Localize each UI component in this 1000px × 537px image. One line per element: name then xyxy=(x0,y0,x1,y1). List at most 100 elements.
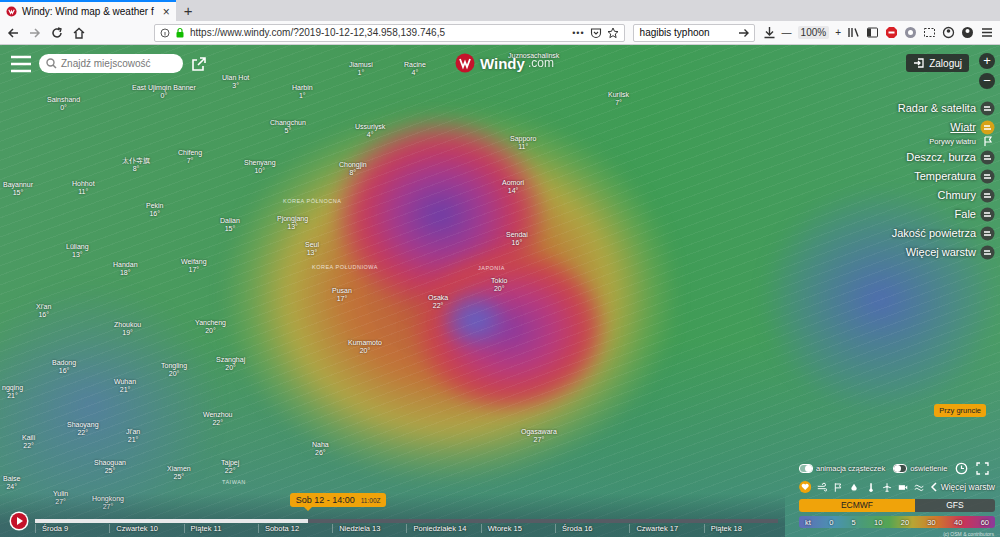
city-label[interactable]: Yancheng20° xyxy=(195,319,226,335)
city-label[interactable]: Ji'an21° xyxy=(126,428,140,444)
timeline-track[interactable] xyxy=(35,519,778,523)
city-label[interactable]: Seul13° xyxy=(305,241,319,257)
switch[interactable] xyxy=(799,464,813,473)
city-label[interactable]: Shenyang10° xyxy=(244,159,276,175)
layer-item[interactable]: Jakość powietrza xyxy=(892,225,995,241)
city-label[interactable]: Ulan Hot3° xyxy=(222,74,249,90)
city-label[interactable]: Pekin16° xyxy=(146,202,164,218)
browser-tab[interactable]: Windy: Wind map & weather f× xyxy=(0,0,176,21)
city-label[interactable]: Baise24° xyxy=(3,475,21,491)
go-arrow-icon[interactable] xyxy=(738,27,750,39)
city-label[interactable]: Tongling20° xyxy=(161,362,187,378)
city-label[interactable]: Naha26° xyxy=(312,441,329,457)
city-label[interactable]: East Ujimqin Banner0° xyxy=(132,84,196,100)
model-option[interactable]: GFS xyxy=(915,499,995,512)
city-label[interactable]: Shaoguan25° xyxy=(94,459,126,475)
video-icon[interactable] xyxy=(898,481,908,494)
extension-icon[interactable] xyxy=(904,26,917,39)
city-label[interactable]: Racine4° xyxy=(404,61,426,77)
city-label[interactable]: Shaoyang22° xyxy=(67,421,99,437)
day-label[interactable]: Niedziela 13 xyxy=(332,524,406,533)
city-label[interactable]: ngqing21° xyxy=(2,384,23,400)
search-field[interactable]: hagibis typhoon xyxy=(633,24,755,42)
place-search-field[interactable]: Znajdź miejscowość xyxy=(39,54,183,73)
city-label[interactable]: Weifang17° xyxy=(181,258,207,274)
day-label[interactable]: Czwartek 17 xyxy=(629,524,703,533)
day-label[interactable]: Środa 16 xyxy=(555,524,629,533)
city-label[interactable]: Jiamusi1° xyxy=(349,61,373,77)
heart-icon[interactable] xyxy=(799,479,811,495)
day-label[interactable]: Poniedziałek 14 xyxy=(406,524,480,533)
city-label[interactable]: Xiamen25° xyxy=(167,465,191,481)
city-label[interactable]: Sainshand0° xyxy=(47,96,80,112)
city-label[interactable]: Hohhot11° xyxy=(72,180,95,196)
login-button[interactable]: Zaloguj xyxy=(906,54,969,72)
city-label[interactable]: Handan18° xyxy=(113,261,138,277)
city-label[interactable]: Xi'an16° xyxy=(36,303,51,319)
account-icon[interactable] xyxy=(961,26,974,39)
layer-item[interactable]: Fale xyxy=(955,206,995,222)
zoom-level[interactable]: 100% xyxy=(798,26,830,39)
share-icon[interactable] xyxy=(191,56,207,72)
zoom-out-button[interactable]: — xyxy=(782,27,792,38)
city-label[interactable]: Lüliang13° xyxy=(66,243,89,259)
play-icon[interactable] xyxy=(9,511,29,531)
city-label[interactable]: Tokio20° xyxy=(491,277,507,293)
city-label[interactable]: Chongjin8° xyxy=(339,161,367,177)
city-label[interactable]: Chifeng7° xyxy=(178,149,202,165)
layer-item[interactable]: Porywy wiatru xyxy=(929,135,995,147)
day-label[interactable]: Środa 9 xyxy=(35,524,109,533)
city-label[interactable]: Aomori14° xyxy=(502,179,524,195)
fullscreen-icon[interactable] xyxy=(976,462,989,475)
time-bubble[interactable]: Sob 12 - 14:0011:00Z xyxy=(290,493,387,507)
adblock-icon[interactable] xyxy=(885,26,898,39)
city-label[interactable]: Pjongjang13° xyxy=(277,215,308,231)
back-arrow-icon[interactable] xyxy=(6,26,20,40)
altitude-button[interactable]: Przy gruncie xyxy=(934,404,986,417)
clock-icon[interactable] xyxy=(955,462,968,475)
zoom-button[interactable]: − xyxy=(979,73,995,89)
layer-item[interactable]: Temperatura xyxy=(914,168,995,184)
toggle[interactable]: oświetlenie xyxy=(893,464,947,473)
wind-icon[interactable] xyxy=(817,481,827,494)
city-label[interactable]: Tajpej22° xyxy=(221,459,239,475)
day-label[interactable]: Piątek 11 xyxy=(184,524,258,533)
day-label[interactable]: Wtorek 15 xyxy=(481,524,555,533)
layer-item[interactable]: Więcej warstw xyxy=(906,244,995,260)
layer-item[interactable]: Radar & satelita xyxy=(898,100,995,116)
city-label[interactable]: Kumamoto20° xyxy=(348,339,382,355)
wind-map[interactable]: KOREA PÓŁNOCNAKOREA POŁUDNIOWAJAPONIATAI… xyxy=(0,45,1000,537)
model-option[interactable]: ECMWF xyxy=(799,499,915,512)
city-label[interactable]: Dalian15° xyxy=(220,217,240,233)
windy-logo[interactable]: Windy.com xyxy=(455,53,554,73)
zoom-in-button[interactable]: + xyxy=(835,27,841,38)
plane-icon[interactable] xyxy=(882,481,892,494)
sync-icon[interactable] xyxy=(942,26,955,39)
switch[interactable] xyxy=(893,464,907,473)
url-field[interactable]: https://www.windy.com/?2019-10-12-12,34.… xyxy=(154,24,625,42)
screenshot-icon[interactable] xyxy=(923,26,936,39)
day-label[interactable]: Czwartek 10 xyxy=(109,524,183,533)
pocket-icon[interactable] xyxy=(590,27,602,39)
city-label[interactable]: Zhoukou19° xyxy=(114,321,141,337)
city-label[interactable]: Osaka22° xyxy=(428,294,448,310)
gust-flag-icon[interactable] xyxy=(833,481,843,494)
hamburger-icon[interactable] xyxy=(10,55,32,73)
city-label[interactable]: Badong16° xyxy=(52,359,76,375)
city-label[interactable]: Bayannur15° xyxy=(3,181,33,197)
rain-icon[interactable] xyxy=(849,481,859,494)
city-label[interactable]: Kurilsk7° xyxy=(608,91,629,107)
reload-icon[interactable] xyxy=(50,26,64,40)
toggle[interactable]: animacja cząsteczek xyxy=(799,464,885,473)
day-label[interactable]: Piątek 18 xyxy=(704,524,778,533)
layer-item[interactable]: Wiatr xyxy=(950,119,995,135)
menu-icon[interactable] xyxy=(980,26,994,39)
page-actions-button[interactable]: ••• xyxy=(572,28,584,38)
waves-icon[interactable] xyxy=(914,481,924,494)
city-label[interactable]: Sapporo11° xyxy=(510,135,536,151)
bookmark-star-icon[interactable] xyxy=(607,27,619,39)
city-label[interactable]: 太仆寺旗8° xyxy=(122,157,150,173)
city-label[interactable]: Kaili22° xyxy=(22,434,35,450)
city-label[interactable]: Szanghaj20° xyxy=(216,356,245,372)
download-icon[interactable] xyxy=(763,26,776,39)
